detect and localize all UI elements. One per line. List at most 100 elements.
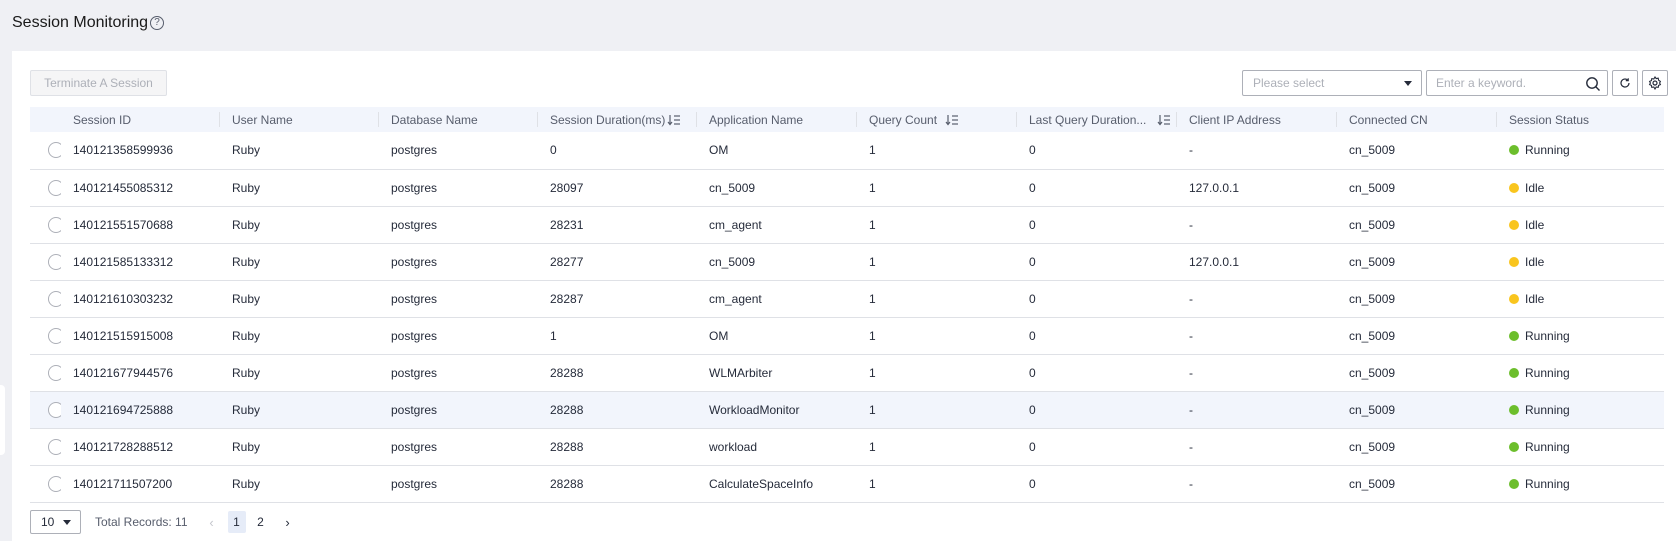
side-collapse-handle[interactable]	[0, 385, 5, 455]
last-query-duration-cell: 0	[1029, 328, 1036, 343]
row-radio[interactable]	[48, 179, 61, 196]
status-text: Idle	[1525, 217, 1545, 232]
database-name-cell: postgres	[391, 365, 438, 380]
connected-cn-cell: cn_5009	[1349, 439, 1396, 454]
table-row[interactable]: 140121711507200 Ruby postgres 28288 Calculat…	[30, 465, 1664, 502]
row-radio[interactable]	[48, 364, 61, 381]
table-row[interactable]: 140121677944576 Ruby postgres 28288 WLMArbit…	[30, 354, 1664, 391]
last-query-duration-cell: 0	[1029, 180, 1036, 195]
refresh-icon	[1620, 78, 1630, 88]
session-duration-cell: 28277	[550, 254, 584, 269]
row-select-cell	[30, 317, 61, 354]
header-connected-cn: Connected CN	[1337, 107, 1497, 132]
session-status-cell: Running	[1497, 132, 1664, 169]
last-query-duration-cell: 0	[1029, 143, 1036, 158]
refresh-button[interactable]	[1612, 70, 1638, 96]
terminate-session-button[interactable]: Terminate A Session	[30, 70, 167, 96]
row-radio[interactable]	[48, 475, 61, 492]
table-row[interactable]: 140121728288512 Ruby postgres 28288 workload…	[30, 428, 1664, 465]
status-text: Running	[1525, 328, 1570, 343]
search-icon[interactable]	[1585, 76, 1601, 92]
query-count-cell: 1	[869, 365, 876, 380]
table-row[interactable]: 140121694725888 Ruby postgres 28288 Workload…	[30, 391, 1664, 428]
settings-button[interactable]	[1642, 70, 1668, 96]
table-row[interactable]: 140121585133312 Ruby postgres 28277 cn_5009 1…	[30, 243, 1664, 280]
row-radio[interactable]	[48, 438, 61, 455]
chevron-down-icon	[1404, 81, 1412, 86]
application-name-cell: OM	[709, 328, 729, 343]
row-radio[interactable]	[48, 253, 61, 270]
row-radio[interactable]	[48, 216, 61, 233]
session-status-cell: Running	[1497, 317, 1664, 354]
filter-select-placeholder: Please select	[1253, 76, 1325, 90]
sort-icon[interactable]	[667, 113, 681, 127]
row-radio[interactable]	[48, 401, 61, 418]
search-input[interactable]: Enter a keyword.	[1426, 70, 1608, 96]
query-count-cell: 1	[869, 217, 876, 232]
session-id-cell: 140121711507200	[73, 476, 173, 491]
client-ip-cell: 127.0.0.1	[1189, 180, 1240, 195]
row-select-cell	[30, 428, 61, 465]
session-id-cell: 140121585133312	[73, 254, 174, 269]
row-radio[interactable]	[48, 290, 61, 307]
header-select	[30, 107, 61, 132]
client-ip-cell: -	[1189, 476, 1193, 491]
chevron-left-icon[interactable]: ‹	[206, 515, 218, 530]
status-text: Running	[1525, 476, 1570, 491]
status-text: Running	[1525, 402, 1570, 417]
row-radio[interactable]	[48, 327, 61, 344]
database-name-cell: postgres	[391, 328, 438, 343]
session-duration-cell: 28288	[550, 476, 584, 491]
total-records: Total Records: 11	[95, 515, 188, 529]
header-session-status: Session Status	[1509, 112, 1590, 127]
header-query-count[interactable]: Query Count	[857, 107, 1017, 132]
status-dot-icon	[1509, 219, 1519, 230]
client-ip-cell: 127.0.0.1	[1189, 254, 1240, 269]
sort-icon[interactable]	[945, 113, 959, 127]
row-select-cell	[30, 465, 61, 502]
session-status-cell: Idle	[1497, 169, 1664, 206]
last-query-duration-cell: 0	[1029, 439, 1036, 454]
row-radio[interactable]	[48, 142, 61, 159]
sort-icon[interactable]	[1157, 113, 1171, 127]
header-client-ip: Client IP Address	[1177, 107, 1337, 132]
status-dot-icon	[1509, 404, 1519, 415]
header-database-name: Database Name	[379, 107, 538, 132]
page-size-select[interactable]: 10	[30, 510, 81, 534]
database-name-cell: postgres	[391, 402, 438, 417]
help-icon[interactable]: ?	[150, 16, 165, 30]
chevron-right-icon[interactable]: ›	[282, 515, 294, 530]
session-duration-cell: 0	[550, 143, 557, 158]
last-query-duration-cell: 0	[1029, 402, 1036, 417]
last-query-duration-cell: 0	[1029, 365, 1036, 380]
status-dot-icon	[1509, 293, 1519, 304]
header-last-query-duration[interactable]: Last Query Duration...	[1017, 107, 1177, 132]
last-query-duration-cell: 0	[1029, 291, 1036, 306]
status-dot-icon	[1509, 478, 1519, 489]
application-name-cell: cn_5009	[709, 254, 756, 269]
client-ip-cell: -	[1189, 291, 1193, 306]
table-row[interactable]: 140121358599936 Ruby postgres 0 OM 1 0 - cn_5009…	[30, 132, 1664, 169]
connected-cn-cell: cn_5009	[1349, 180, 1396, 195]
session-id-cell: 140121455085312	[73, 180, 174, 195]
table-row[interactable]: 140121515915008 Ruby postgres 1 OM 1 0 - cn_5009…	[30, 317, 1664, 354]
query-count-cell: 1	[869, 402, 876, 417]
search-placeholder: Enter a keyword.	[1436, 76, 1527, 90]
client-ip-cell: -	[1189, 365, 1193, 380]
table-row[interactable]: 140121455085312 Ruby postgres 28097 cn_5009 1…	[30, 169, 1664, 206]
session-status-cell: Running	[1497, 465, 1664, 502]
connected-cn-cell: cn_5009	[1349, 254, 1396, 269]
header-session-duration[interactable]: Session Duration(ms)	[538, 107, 697, 132]
page-1-button[interactable]: 1	[227, 511, 246, 533]
session-duration-cell: 28287	[550, 291, 584, 306]
session-panel: Terminate A Session Please select Enter …	[12, 51, 1676, 541]
query-count-cell: 1	[869, 476, 876, 491]
session-table: Session ID User Name Database Name Sessi…	[30, 107, 1664, 503]
table-row[interactable]: 140121610303232 Ruby postgres 28287 cm_agent…	[30, 280, 1664, 317]
table-row[interactable]: 140121551570688 Ruby postgres 28231 cm_agent…	[30, 206, 1664, 243]
row-select-cell	[30, 391, 61, 428]
session-id-cell: 140121515915008	[73, 328, 174, 343]
page-2-button[interactable]: 2	[252, 511, 270, 533]
filter-select[interactable]: Please select	[1242, 70, 1422, 96]
application-name-cell: WorkloadMonitor	[709, 402, 800, 417]
